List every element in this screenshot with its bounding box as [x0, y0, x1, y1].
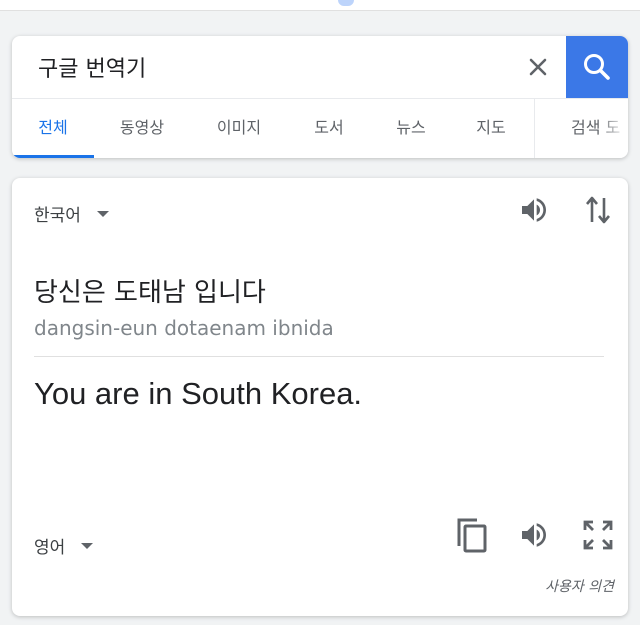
target-listen-button[interactable] — [514, 515, 554, 555]
translated-text: You are in South Korea. — [34, 376, 363, 411]
copy-button[interactable] — [452, 514, 492, 556]
search-tabs: 전체 동영상 이미지 도서 뉴스 지도 검색 도 — [12, 98, 628, 158]
tab-search-tools[interactable]: 검색 도 — [535, 99, 628, 158]
search-card: 전체 동영상 이미지 도서 뉴스 지도 검색 도 — [12, 36, 628, 158]
tab-images[interactable]: 이미지 — [196, 99, 282, 158]
swap-languages-button[interactable] — [578, 190, 618, 230]
tab-label: 도서 — [314, 118, 344, 137]
tab-label: 지도 — [476, 118, 506, 137]
active-tab-indicator — [12, 155, 94, 158]
target-language-label: 영어 — [34, 538, 66, 558]
chevron-down-icon — [96, 210, 109, 217]
fullscreen-button[interactable] — [578, 515, 618, 555]
speaker-icon — [522, 198, 546, 222]
tab-fade — [598, 99, 628, 158]
search-icon — [584, 54, 610, 80]
tab-news[interactable]: 뉴스 — [374, 99, 448, 158]
tab-videos[interactable]: 동영상 — [100, 99, 184, 158]
search-button[interactable] — [566, 36, 628, 98]
swap-icon — [586, 196, 610, 224]
search-input[interactable] — [12, 36, 522, 98]
speaker-icon — [522, 523, 546, 547]
tab-label: 전체 — [38, 118, 68, 137]
feedback-link[interactable]: 사용자 의견 — [545, 576, 614, 596]
tab-label: 이미지 — [216, 118, 262, 137]
tab-maps[interactable]: 지도 — [458, 99, 524, 158]
tab-label: 동영상 — [119, 118, 165, 137]
romanization-text: dangsin-eun dotaenam ibnida — [34, 316, 334, 340]
browser-top-strip — [0, 0, 640, 11]
clear-search-button[interactable] — [520, 48, 556, 86]
chevron-down-icon — [81, 542, 94, 549]
copy-icon — [457, 518, 487, 553]
close-icon — [529, 58, 547, 76]
tab-all[interactable]: 전체 — [12, 99, 94, 158]
tab-label: 뉴스 — [396, 118, 426, 137]
source-listen-button[interactable] — [514, 190, 554, 230]
tab-books[interactable]: 도서 — [294, 99, 364, 158]
fullscreen-icon — [583, 520, 613, 550]
loading-indicator — [338, 0, 354, 6]
source-text: 당신은 도태남 입니다 — [34, 278, 266, 308]
source-language-select[interactable]: 한국어 — [34, 201, 109, 226]
translate-card: 한국어 당신은 도태남 입니다 dangsin-eun dotaenam ibn… — [12, 178, 628, 616]
target-language-select[interactable]: 영어 — [34, 533, 94, 558]
source-language-label: 한국어 — [34, 206, 81, 226]
divider — [34, 356, 604, 357]
search-bar — [12, 36, 628, 98]
